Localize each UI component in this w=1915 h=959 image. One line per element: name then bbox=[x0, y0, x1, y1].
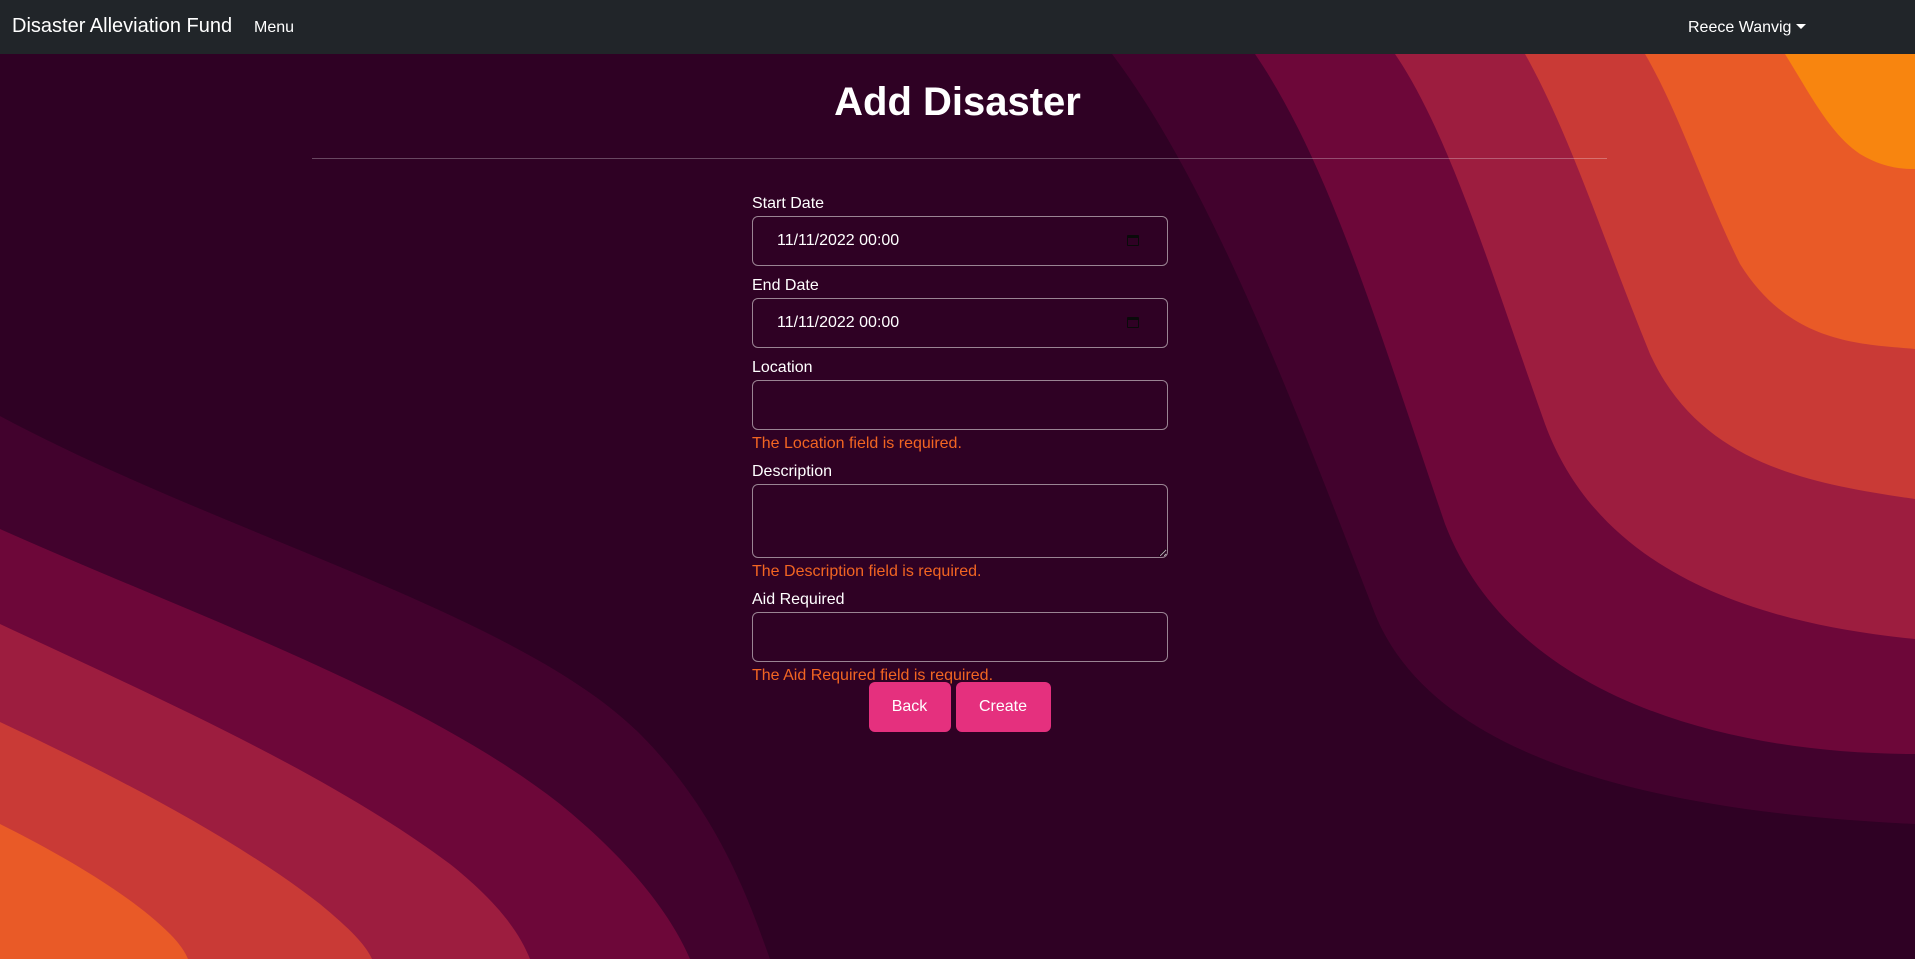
description-textarea[interactable] bbox=[752, 484, 1168, 558]
end-date-label: End Date bbox=[752, 277, 819, 294]
end-date-input[interactable]: 11/11/2022 00:00 bbox=[752, 298, 1168, 348]
location-label: Location bbox=[752, 359, 813, 376]
aid-required-group: Aid Required The Aid Required field is r… bbox=[752, 590, 1168, 686]
page-title: Add Disaster bbox=[834, 80, 1081, 124]
start-date-input[interactable]: 11/11/2022 00:00 bbox=[752, 216, 1168, 266]
user-name: Reece Wanvig bbox=[1688, 19, 1792, 36]
start-date-label: Start Date bbox=[752, 195, 825, 212]
create-button[interactable]: Create bbox=[955, 682, 1051, 732]
start-date-value: 11/11/2022 00:00 bbox=[777, 232, 900, 249]
aid-required-label: Aid Required bbox=[752, 591, 845, 608]
user-dropdown[interactable]: Reece Wanvig bbox=[1688, 19, 1807, 37]
calendar-icon[interactable] bbox=[1127, 235, 1139, 246]
form-actions: Back Create bbox=[0, 682, 1915, 732]
calendar-icon[interactable] bbox=[1127, 317, 1139, 328]
navbar: Disaster Alleviation Fund Menu Reece Wan… bbox=[0, 0, 1915, 54]
description-group: Description The Description field is req… bbox=[752, 462, 1168, 582]
end-date-group: End Date 11/11/2022 00:00 bbox=[752, 276, 1168, 348]
location-error: The Location field is required. bbox=[752, 435, 962, 452]
location-input[interactable] bbox=[752, 380, 1168, 430]
add-disaster-form: Start Date 11/11/2022 00:00 End Date 11/… bbox=[752, 194, 1168, 694]
main-content: Add Disaster Start Date 11/11/2022 00:00… bbox=[0, 54, 1915, 959]
divider bbox=[312, 158, 1607, 159]
start-date-group: Start Date 11/11/2022 00:00 bbox=[752, 194, 1168, 266]
caret-down-icon bbox=[1796, 24, 1807, 29]
description-label: Description bbox=[752, 463, 833, 480]
menu-link[interactable]: Menu bbox=[254, 19, 294, 37]
back-button[interactable]: Back bbox=[868, 682, 951, 732]
end-date-value: 11/11/2022 00:00 bbox=[777, 314, 900, 331]
location-group: Location The Location field is required. bbox=[752, 358, 1168, 454]
description-error: The Description field is required. bbox=[752, 563, 982, 580]
brand-link[interactable]: Disaster Alleviation Fund bbox=[12, 15, 232, 38]
aid-required-input[interactable] bbox=[752, 612, 1168, 662]
page: Disaster Alleviation Fund Menu Reece Wan… bbox=[0, 0, 1915, 959]
